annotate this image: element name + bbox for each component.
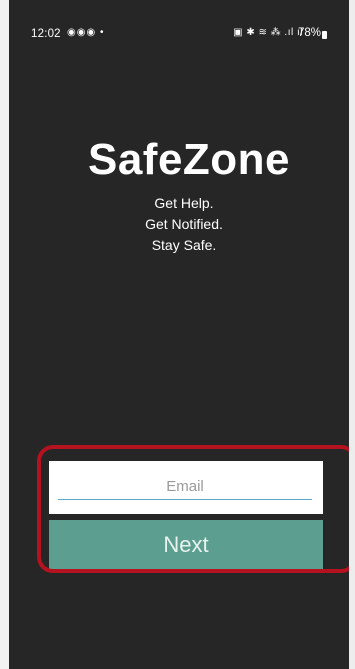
tagline-line: Stay Safe. [151, 237, 217, 253]
battery-level: 78% [297, 27, 321, 39]
battery-icon [322, 31, 327, 39]
tagline-line: Get Notified. [145, 216, 223, 232]
screen-edge [349, 0, 355, 669]
system-status-icons: ▣ ✱ ≋ ⁂ .ıl ıl [233, 27, 303, 38]
tagline-line: Get Help. [154, 195, 214, 211]
status-bar: 12:02 ◉◉◉ • ▣ ✱ ≋ ⁂ .ıl ıl 78% [9, 0, 349, 40]
notification-icons: ◉◉◉ • [67, 27, 105, 38]
app-title: SafeZone [87, 135, 291, 184]
status-time: 12:02 [31, 28, 61, 40]
highlight-annotation [37, 445, 355, 573]
